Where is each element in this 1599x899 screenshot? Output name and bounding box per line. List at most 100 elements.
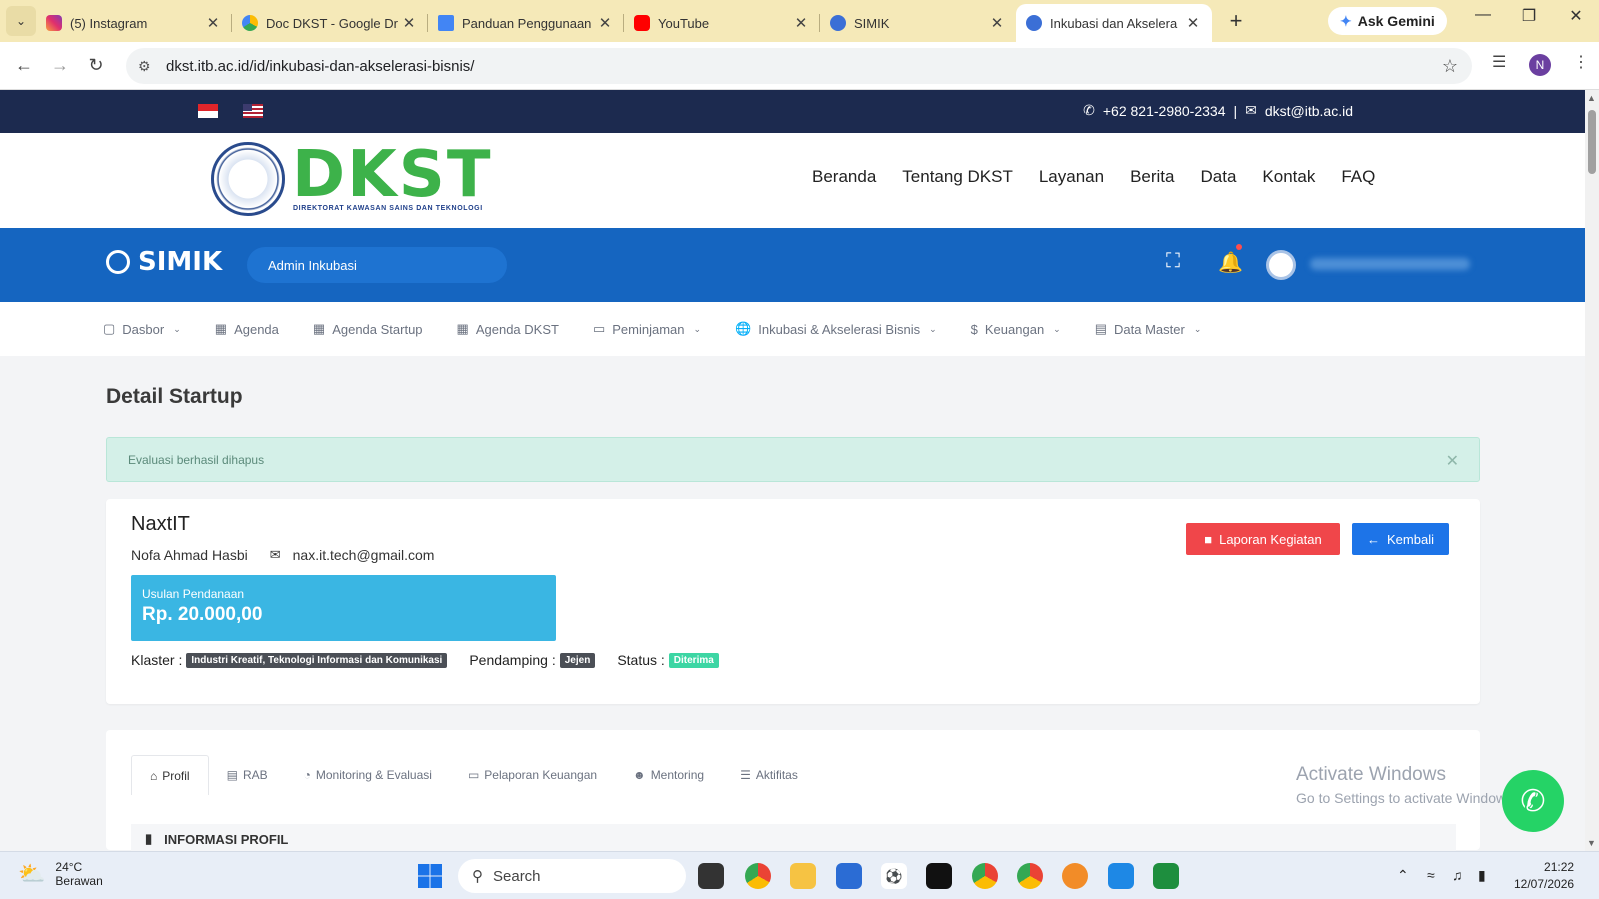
microsoft-store-icon[interactable]: [836, 863, 862, 889]
itb-seal-logo[interactable]: [211, 142, 285, 216]
nav-link-berita[interactable]: Berita: [1130, 167, 1174, 187]
menu-peminjaman[interactable]: ▭ Peminjaman ⌄: [593, 321, 701, 337]
nav-link-beranda[interactable]: Beranda: [812, 167, 876, 187]
site-header: DKST DIREKTORAT KAWASAN SAINS DAN TEKNOL…: [0, 133, 1585, 228]
menu-data-master[interactable]: ▤ Data Master ⌄: [1095, 321, 1202, 337]
flag-usa-icon[interactable]: [243, 104, 263, 118]
app-icon[interactable]: [1062, 863, 1088, 889]
task-view-icon[interactable]: [698, 863, 724, 889]
wifi-icon[interactable]: ≈: [1427, 867, 1435, 883]
tab-title: Doc DKST - Google Dr: [266, 15, 398, 31]
file-explorer-icon[interactable]: [790, 863, 816, 889]
close-icon[interactable]: ✕: [596, 14, 614, 32]
menu-label: Data Master: [1114, 321, 1185, 337]
address-bar[interactable]: ⚙ dkst.itb.ac.id/id/inkubasi-dan-akseler…: [126, 48, 1472, 84]
scroll-up-icon[interactable]: ▲: [1587, 93, 1596, 103]
whatsapp-float-button[interactable]: ✆: [1502, 770, 1564, 832]
menu-agenda[interactable]: ▦ Agenda: [215, 321, 279, 337]
nav-link-data[interactable]: Data: [1201, 167, 1237, 187]
fullscreen-icon[interactable]: ⛶: [1166, 250, 1180, 273]
menu-agenda-dkst[interactable]: ▦ Agenda DKST: [457, 321, 559, 337]
tab-rab[interactable]: ▤ RAB: [209, 755, 286, 795]
contact-phone[interactable]: +62 821-2980-2334: [1103, 103, 1226, 119]
ask-gemini-label: Ask Gemini: [1357, 13, 1435, 29]
back-arrow-icon[interactable]: ←: [6, 55, 42, 76]
forward-arrow-icon[interactable]: →: [42, 55, 78, 76]
browser-tab[interactable]: YouTube ✕: [624, 6, 820, 40]
battery-icon[interactable]: ▮: [1478, 867, 1486, 884]
page-scrollbar[interactable]: [1585, 90, 1599, 851]
chevron-up-icon[interactable]: ⌃: [1397, 867, 1409, 884]
minimize-icon[interactable]: —: [1465, 6, 1501, 24]
menu-label: Agenda: [234, 321, 279, 337]
vscode-icon[interactable]: [1108, 863, 1134, 889]
flag-indonesia-icon[interactable]: [198, 104, 218, 118]
bookmark-star-icon[interactable]: ☆: [1442, 56, 1458, 77]
user-name-redacted[interactable]: [1310, 258, 1470, 270]
tab-pelaporan-keuangan[interactable]: ▭ Pelaporan Keuangan: [450, 755, 615, 795]
browser-tab-active[interactable]: Inkubasi dan Akselera ✕: [1016, 4, 1212, 42]
scrollbar-thumb[interactable]: [1588, 110, 1596, 174]
close-icon[interactable]: ✕: [1184, 14, 1202, 32]
restore-icon[interactable]: ❐: [1511, 6, 1547, 26]
reload-icon[interactable]: ↻: [78, 55, 114, 76]
menu-keuangan[interactable]: $ Keuangan ⌄: [971, 322, 1061, 337]
youtube-icon: [634, 15, 650, 31]
close-icon[interactable]: ✕: [1446, 451, 1459, 471]
scroll-down-icon[interactable]: ▼: [1587, 838, 1596, 848]
nav-link-faq[interactable]: FAQ: [1341, 167, 1375, 187]
chrome-profile-icon[interactable]: [1017, 863, 1043, 889]
windows-start-icon[interactable]: [418, 864, 442, 888]
chevron-down-icon: ⌄: [1193, 323, 1202, 334]
dkst-logo[interactable]: DKST: [292, 143, 492, 207]
terminal-icon[interactable]: [926, 863, 952, 889]
user-avatar[interactable]: [1266, 250, 1296, 280]
tab-monitoring[interactable]: ◔ Monitoring & Evaluasi: [286, 755, 450, 795]
window-close-icon[interactable]: ✕: [1558, 6, 1594, 26]
laporan-kegiatan-button[interactable]: ■ Laporan Kegiatan: [1186, 523, 1340, 555]
role-selector[interactable]: Admin Inkubasi: [247, 247, 507, 283]
chrome-profile-icon[interactable]: [972, 863, 998, 889]
chrome-icon[interactable]: [745, 863, 771, 889]
users-icon: ☻: [633, 768, 646, 782]
system-clock[interactable]: 21:22 12/07/2026: [1514, 859, 1574, 893]
tab-search-chevron-icon[interactable]: ⌄: [6, 6, 36, 36]
close-icon[interactable]: ✕: [988, 14, 1006, 32]
tab-mentoring[interactable]: ☻ Mentoring: [615, 755, 722, 795]
more-menu-icon[interactable]: ⋮: [1573, 52, 1589, 72]
globe-icon: 🌐: [735, 321, 752, 336]
taskbar-search[interactable]: ⚲ Search: [458, 859, 686, 893]
soccer-app-icon[interactable]: ⚽: [881, 863, 907, 889]
menu-agenda-startup[interactable]: ▦ Agenda Startup: [313, 321, 423, 337]
weather-widget[interactable]: ⛅ 24°C Berawan: [18, 860, 103, 888]
browser-tab[interactable]: (5) Instagram ✕: [36, 6, 232, 40]
new-tab-icon[interactable]: +: [1224, 8, 1248, 34]
contact-email[interactable]: dkst@itb.ac.id: [1265, 103, 1353, 119]
kembali-button[interactable]: ← Kembali: [1352, 523, 1449, 555]
speaker-icon[interactable]: ♫: [1452, 867, 1463, 883]
reading-list-icon[interactable]: ☰: [1492, 52, 1506, 72]
nav-link-layanan[interactable]: Layanan: [1039, 167, 1104, 187]
ask-gemini-button[interactable]: ✦ Ask Gemini: [1328, 7, 1447, 35]
close-icon[interactable]: ✕: [204, 14, 222, 32]
monitor-icon: ▢: [103, 321, 116, 336]
bell-icon[interactable]: 🔔: [1218, 250, 1243, 275]
tab-aktifitas[interactable]: ☰ Aktifitas: [722, 755, 816, 795]
close-icon[interactable]: ✕: [400, 14, 418, 32]
tab-profil[interactable]: ⌂ Profil: [131, 755, 209, 795]
simik-logo[interactable]: SIMIK: [106, 247, 222, 277]
menu-dasbor[interactable]: ▢ Dasbor ⌄: [103, 321, 181, 337]
menu-inkubasi[interactable]: 🌐 Inkubasi & Akselerasi Bisnis ⌄: [735, 321, 937, 337]
nav-link-tentang[interactable]: Tentang DKST: [902, 167, 1013, 187]
instagram-icon: [46, 15, 62, 31]
dkst-logo-subtitle: DIREKTORAT KAWASAN SAINS DAN TEKNOLOGI: [293, 205, 483, 212]
site-info-icon[interactable]: ⚙: [138, 58, 156, 75]
close-icon[interactable]: ✕: [792, 14, 810, 32]
browser-tab[interactable]: Doc DKST - Google Dr ✕: [232, 6, 428, 40]
nav-link-kontak[interactable]: Kontak: [1262, 167, 1315, 187]
money-icon: ▭: [467, 768, 480, 782]
spreadsheet-icon[interactable]: [1153, 863, 1179, 889]
browser-tab[interactable]: SIMIK ✕: [820, 6, 1016, 40]
profile-avatar[interactable]: N: [1529, 54, 1551, 76]
browser-tab[interactable]: Panduan Penggunaan ✕: [428, 6, 624, 40]
